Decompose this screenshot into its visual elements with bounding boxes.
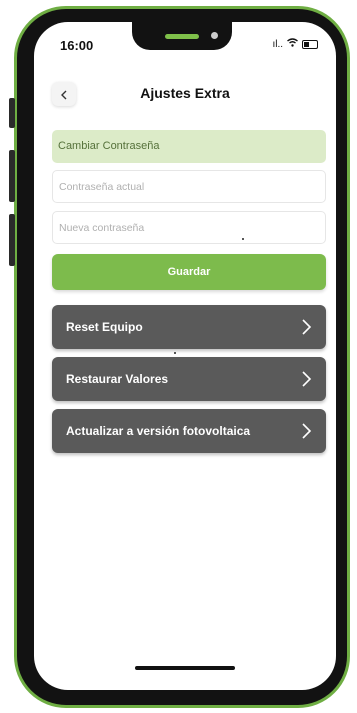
chevron-right-icon — [302, 423, 312, 439]
decorative-dot — [242, 238, 244, 240]
chevron-right-icon — [302, 371, 312, 387]
status-time: 16:00 — [60, 38, 94, 53]
chevron-right-icon — [302, 319, 312, 335]
side-button — [9, 150, 15, 202]
battery-icon — [302, 39, 318, 49]
decorative-dot — [174, 352, 176, 354]
action-label: Reset Equipo — [66, 320, 143, 334]
current-password-field[interactable] — [52, 170, 326, 203]
restore-values-button[interactable]: Restaurar Valores — [52, 357, 326, 401]
side-button — [9, 214, 15, 266]
notch — [132, 22, 232, 50]
reset-device-button[interactable]: Reset Equipo — [52, 305, 326, 349]
home-indicator[interactable] — [135, 666, 235, 670]
wifi-icon — [287, 38, 298, 50]
save-button[interactable]: Guardar — [52, 254, 326, 290]
side-button — [9, 98, 15, 128]
header: Ajustes Extra — [34, 80, 336, 108]
camera-icon — [211, 32, 218, 39]
action-label: Restaurar Valores — [66, 372, 169, 386]
signal-icon: ıl.. — [272, 38, 283, 50]
action-label: Actualizar a versión fotovoltaica — [66, 424, 251, 438]
status-icons: ıl.. — [272, 38, 318, 50]
change-password-section-label: Cambiar Contraseña — [52, 130, 326, 163]
new-password-field[interactable] — [52, 211, 326, 244]
app-screen: 16:00 ıl.. Ajustes Extra Cambiar Contras… — [34, 22, 336, 690]
page-title: Ajustes Extra — [140, 85, 230, 101]
update-photovoltaic-button[interactable]: Actualizar a versión fotovoltaica — [52, 409, 326, 453]
speaker-pill — [165, 34, 199, 39]
